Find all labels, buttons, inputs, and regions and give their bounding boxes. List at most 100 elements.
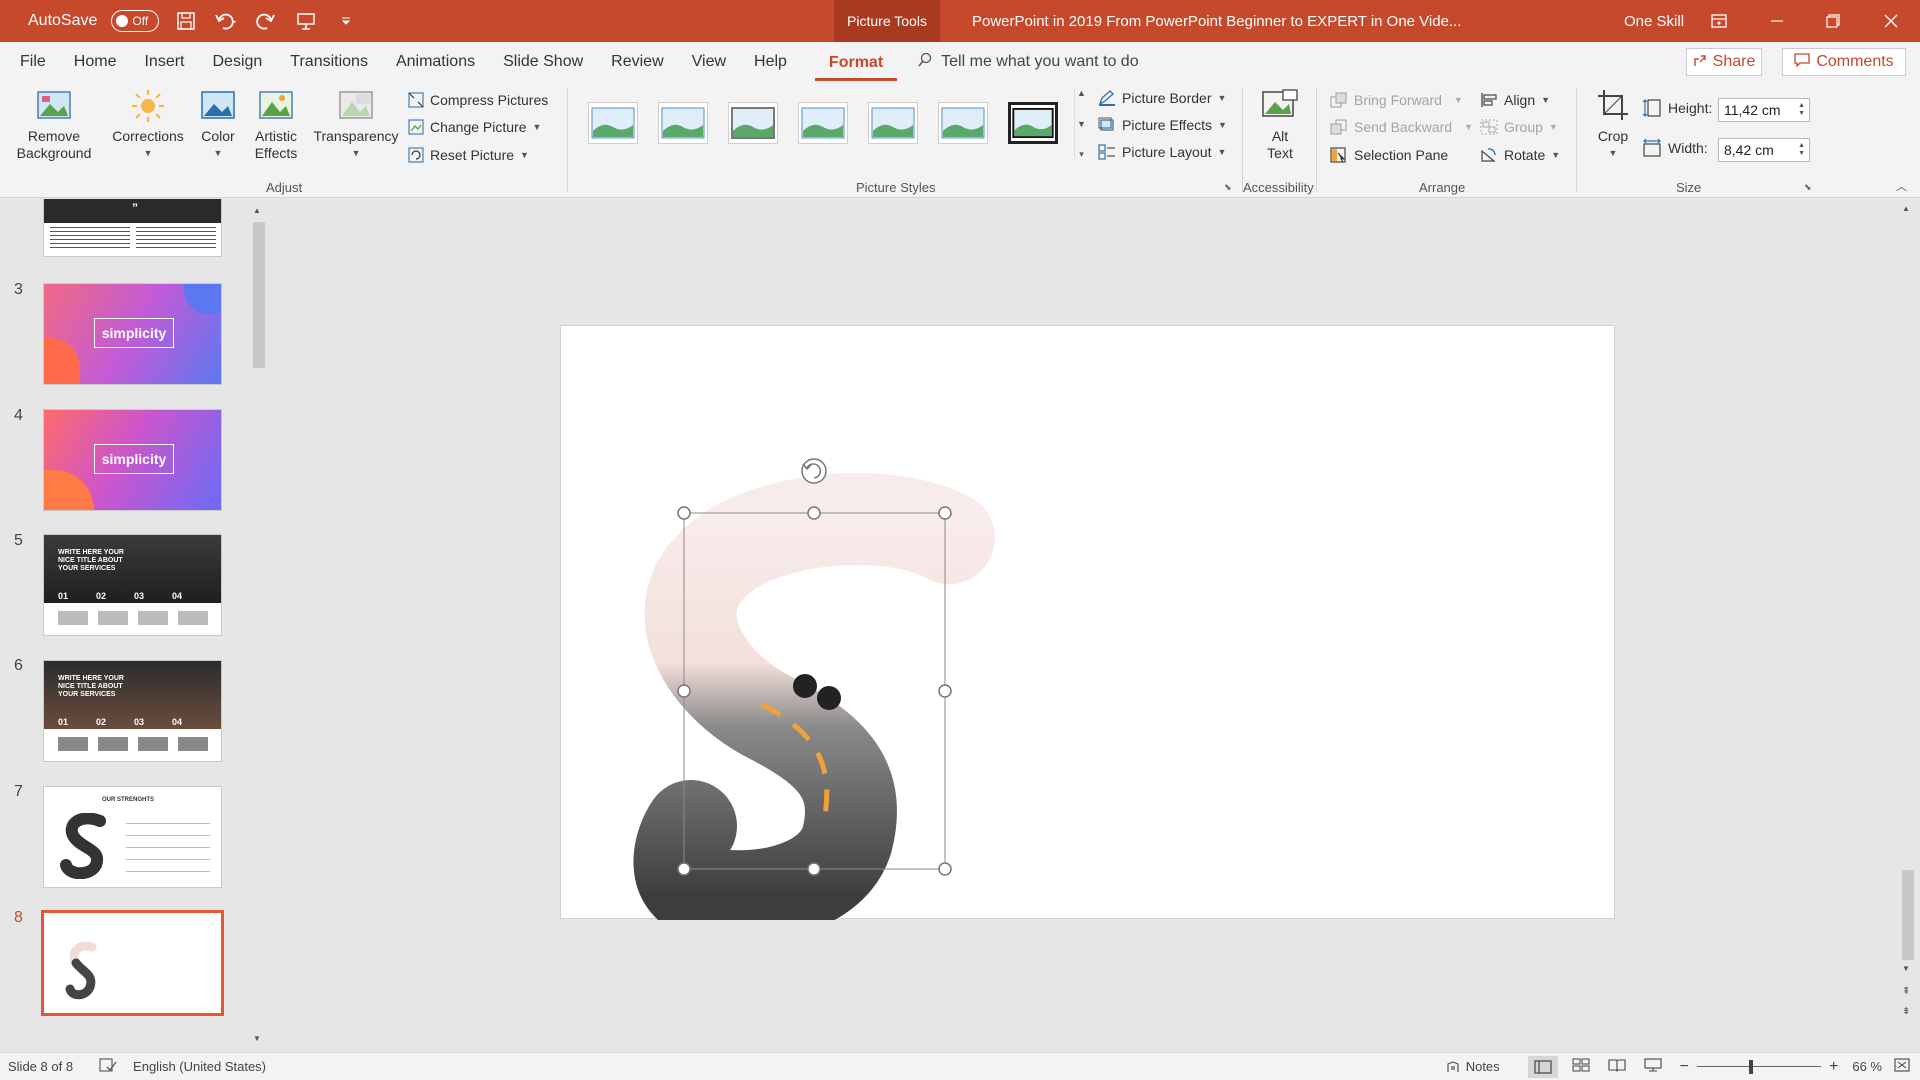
zoom-level[interactable]: 66 % xyxy=(1852,1059,1882,1074)
thumbnail-scroll-thumb[interactable] xyxy=(253,222,265,368)
notes-button[interactable]: Notes xyxy=(1446,1059,1500,1074)
slide-canvas[interactable] xyxy=(560,325,1616,920)
crop-button[interactable]: Crop ▼ xyxy=(1590,88,1636,162)
picture-layout-button[interactable]: Picture Layout ▼ xyxy=(1098,144,1226,160)
zoom-out-icon[interactable]: − xyxy=(1680,1058,1689,1076)
zoom-slider[interactable] xyxy=(1697,1059,1822,1074)
compress-pictures-button[interactable]: Compress Pictures xyxy=(408,92,548,108)
picture-style-4[interactable] xyxy=(798,102,848,144)
reading-view-icon[interactable] xyxy=(1608,1058,1626,1075)
reset-picture-button[interactable]: Reset Picture ▼ xyxy=(408,147,529,163)
chevron-down-icon: ▼ xyxy=(1541,95,1551,105)
autosave-toggle[interactable]: Off xyxy=(111,10,160,32)
width-icon xyxy=(1643,138,1661,157)
picture-border-button[interactable]: Picture Border ▼ xyxy=(1098,90,1226,106)
customize-toolbar-icon[interactable] xyxy=(333,8,359,34)
rotate-button[interactable]: Rotate ▼ xyxy=(1480,147,1560,163)
slide-thumbnail-5[interactable]: WRITE HERE YOUR NICE TITLE ABOUT YOUR SE… xyxy=(43,534,222,636)
tab-view[interactable]: View xyxy=(678,42,740,82)
height-spinner[interactable]: ▲ ▼ xyxy=(1798,102,1805,118)
color-button[interactable]: Color ▼ xyxy=(196,88,240,162)
selected-picture[interactable] xyxy=(561,326,1616,920)
send-backward-button[interactable]: Send Backward ▼ xyxy=(1330,119,1473,135)
slide-thumbnail-2[interactable]: ” xyxy=(43,199,222,257)
group-separator xyxy=(567,88,568,192)
user-name[interactable]: One Skill xyxy=(1624,0,1684,42)
tab-review[interactable]: Review xyxy=(597,42,677,82)
group-button[interactable]: Group ▼ xyxy=(1480,119,1558,135)
slide-show-icon[interactable] xyxy=(1644,1058,1662,1075)
tell-me-search[interactable]: Tell me what you want to do xyxy=(917,52,1139,73)
tab-file[interactable]: File xyxy=(6,42,60,82)
share-button[interactable]: Share xyxy=(1686,48,1762,76)
close-icon[interactable] xyxy=(1868,0,1914,42)
slide-sorter-icon[interactable] xyxy=(1572,1058,1590,1075)
slide-thumbnail-6[interactable]: WRITE HERE YOUR NICE TITLE ABOUT YOUR SE… xyxy=(43,660,222,762)
redo-icon[interactable] xyxy=(253,8,279,34)
artistic-effects-icon xyxy=(259,91,293,119)
remove-background-button[interactable]: Remove Background xyxy=(12,88,96,162)
slide-thumbnail-4[interactable]: simplicity xyxy=(43,409,222,511)
ribbon-display-options-icon[interactable] xyxy=(1696,0,1742,42)
size-dialog-launcher-icon[interactable]: ⬊ xyxy=(1804,182,1812,193)
scroll-up-icon[interactable]: ▲ xyxy=(253,206,261,215)
tab-insert[interactable]: Insert xyxy=(130,42,198,82)
transparency-button[interactable]: Transparency ▼ xyxy=(308,88,404,162)
picture-style-7[interactable] xyxy=(1008,102,1058,144)
change-picture-button[interactable]: Change Picture ▼ xyxy=(408,119,541,135)
slide-thumbnail-8[interactable] xyxy=(41,910,224,1016)
picture-thumb-icon xyxy=(941,107,985,139)
width-spinner[interactable]: ▲ ▼ xyxy=(1798,142,1805,158)
gallery-down-icon[interactable]: ▼ xyxy=(1077,119,1086,129)
align-button[interactable]: Align ▼ xyxy=(1480,92,1550,108)
corrections-button[interactable]: Corrections ▼ xyxy=(108,88,188,162)
save-icon[interactable] xyxy=(173,8,199,34)
collapse-ribbon-icon[interactable]: ︿ xyxy=(1896,178,1907,194)
tab-help[interactable]: Help xyxy=(740,42,801,82)
restore-icon[interactable] xyxy=(1810,0,1856,42)
zoom-thumb[interactable] xyxy=(1749,1059,1754,1074)
height-input[interactable]: 11,42 cm ▲ ▼ xyxy=(1718,98,1810,122)
previous-slide-icon[interactable]: ⇞ xyxy=(1902,986,1910,997)
picture-border-label: Picture Border xyxy=(1122,90,1212,106)
picture-style-3[interactable] xyxy=(728,102,778,144)
slide-thumbnail-pane: ” 3 simplicity 4 simplicity 5 WRITE HERE… xyxy=(0,199,250,1049)
minimize-icon[interactable] xyxy=(1754,0,1800,42)
normal-view-icon[interactable] xyxy=(1527,1055,1558,1078)
language-indicator[interactable]: English (United States) xyxy=(133,1059,266,1074)
scroll-down-icon[interactable]: ▼ xyxy=(1902,964,1910,973)
gallery-up-icon[interactable]: ▲ xyxy=(1077,88,1086,98)
fit-slide-icon[interactable] xyxy=(1894,1058,1910,1075)
tab-format[interactable]: Format xyxy=(814,47,898,81)
bring-forward-button[interactable]: Bring Forward ▼ xyxy=(1330,92,1463,108)
selection-pane-button[interactable]: Selection Pane xyxy=(1330,147,1448,163)
picture-style-6[interactable] xyxy=(938,102,988,144)
tab-slide-show[interactable]: Slide Show xyxy=(489,42,597,82)
scroll-up-icon[interactable]: ▲ xyxy=(1902,204,1910,213)
comments-button[interactable]: Comments xyxy=(1782,48,1906,76)
slide-thumbnail-3[interactable]: simplicity xyxy=(43,283,222,385)
width-input[interactable]: 8,42 cm ▲ ▼ xyxy=(1718,138,1810,162)
picture-effects-button[interactable]: Picture Effects ▼ xyxy=(1098,117,1227,133)
canvas-scroll-thumb[interactable] xyxy=(1902,870,1914,960)
undo-icon[interactable] xyxy=(213,8,239,34)
slide-thumbnail-7[interactable]: OUR STRENGHTS xyxy=(43,786,222,888)
tab-transitions[interactable]: Transitions xyxy=(276,42,382,82)
zoom-in-icon[interactable]: + xyxy=(1829,1058,1838,1076)
artistic-effects-button[interactable]: Artistic Effects xyxy=(246,88,306,162)
tab-design[interactable]: Design xyxy=(198,42,276,82)
rotate-handle-icon[interactable] xyxy=(801,458,827,484)
tab-animations[interactable]: Animations xyxy=(382,42,489,82)
picture-style-1[interactable] xyxy=(588,102,638,144)
gallery-more-icon[interactable]: ▾ xyxy=(1079,149,1084,160)
dialog-launcher-icon[interactable]: ⬊ xyxy=(1224,182,1232,193)
picture-style-5[interactable] xyxy=(868,102,918,144)
tab-home[interactable]: Home xyxy=(60,42,131,82)
next-slide-icon[interactable]: ⇟ xyxy=(1902,1006,1910,1017)
alt-text-button[interactable]: Alt Text xyxy=(1256,88,1304,162)
picture-style-2[interactable] xyxy=(658,102,708,144)
scroll-down-icon[interactable]: ▼ xyxy=(253,1034,261,1043)
gallery-scroll[interactable]: ▲ ▼ ▾ xyxy=(1074,88,1088,160)
spell-check-icon[interactable] xyxy=(99,1058,117,1075)
start-from-beginning-icon[interactable] xyxy=(293,8,319,34)
